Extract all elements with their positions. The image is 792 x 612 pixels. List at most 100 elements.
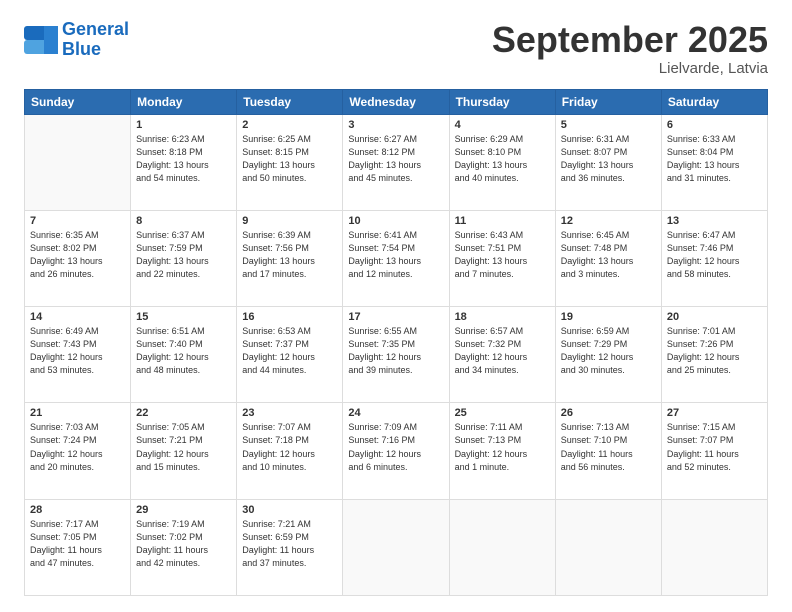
calendar-cell <box>555 499 661 595</box>
calendar-cell: 7 Sunrise: 6:35 AM Sunset: 8:02 PM Daylig… <box>25 210 131 306</box>
calendar-cell <box>661 499 767 595</box>
calendar-cell: 4 Sunrise: 6:29 AM Sunset: 8:10 PM Daylig… <box>449 114 555 210</box>
day-info: Sunrise: 6:23 AM Sunset: 8:18 PM Dayligh… <box>136 133 231 185</box>
day-number: 25 <box>455 407 550 419</box>
day-info: Sunrise: 6:39 AM Sunset: 7:56 PM Dayligh… <box>242 229 337 281</box>
logo-line1: General <box>62 19 129 39</box>
header-day-monday: Monday <box>131 89 237 114</box>
calendar-cell: 14 Sunrise: 6:49 AM Sunset: 7:43 PM Dayli… <box>25 307 131 403</box>
calendar-week-4: 28Sunrise: 7:17 AM Sunset: 7:05 PM Dayli… <box>25 499 768 595</box>
day-info: Sunrise: 6:55 AM Sunset: 7:35 PM Dayligh… <box>348 325 443 377</box>
calendar-cell: 15 Sunrise: 6:51 AM Sunset: 7:40 PM Dayli… <box>131 307 237 403</box>
day-number: 19 <box>561 311 656 323</box>
day-info: Sunrise: 6:57 AM Sunset: 7:32 PM Dayligh… <box>455 325 550 377</box>
day-number: 29 <box>136 504 231 516</box>
page-header: General Blue September 2025 Lielvarde, L… <box>24 20 768 77</box>
day-info: Sunrise: 6:41 AM Sunset: 7:54 PM Dayligh… <box>348 229 443 281</box>
day-info: Sunrise: 6:51 AM Sunset: 7:40 PM Dayligh… <box>136 325 231 377</box>
day-info: Sunrise: 6:31 AM Sunset: 8:07 PM Dayligh… <box>561 133 656 185</box>
calendar-cell <box>343 499 449 595</box>
calendar-cell: 23 Sunrise: 7:07 AM Sunset: 7:18 PM Dayli… <box>237 403 343 499</box>
title-block: September 2025 Lielvarde, Latvia <box>492 20 768 77</box>
day-info: Sunrise: 7:19 AM Sunset: 7:02 PM Dayligh… <box>136 518 231 570</box>
day-info: Sunrise: 6:29 AM Sunset: 8:10 PM Dayligh… <box>455 133 550 185</box>
calendar-cell: 25Sunrise: 7:11 AM Sunset: 7:13 PM Dayli… <box>449 403 555 499</box>
calendar-cell: 18 Sunrise: 6:57 AM Sunset: 7:32 PM Dayli… <box>449 307 555 403</box>
calendar-cell: 19 Sunrise: 6:59 AM Sunset: 7:29 PM Dayli… <box>555 307 661 403</box>
calendar-header-row: SundayMondayTuesdayWednesdayThursdayFrid… <box>25 89 768 114</box>
day-number: 16 <box>242 311 337 323</box>
day-info: Sunrise: 6:27 AM Sunset: 8:12 PM Dayligh… <box>348 133 443 185</box>
day-number: 14 <box>30 311 125 323</box>
header-day-saturday: Saturday <box>661 89 767 114</box>
header-day-sunday: Sunday <box>25 89 131 114</box>
location: Lielvarde, Latvia <box>492 60 768 77</box>
calendar-cell: 6Sunrise: 6:33 AM Sunset: 8:04 PM Daylig… <box>661 114 767 210</box>
calendar-table: SundayMondayTuesdayWednesdayThursdayFrid… <box>24 89 768 596</box>
calendar-week-2: 14 Sunrise: 6:49 AM Sunset: 7:43 PM Dayli… <box>25 307 768 403</box>
day-number: 18 <box>455 311 550 323</box>
day-info: Sunrise: 6:37 AM Sunset: 7:59 PM Dayligh… <box>136 229 231 281</box>
calendar-cell: 28Sunrise: 7:17 AM Sunset: 7:05 PM Dayli… <box>25 499 131 595</box>
day-info: Sunrise: 7:09 AM Sunset: 7:16 PM Dayligh… <box>348 421 443 473</box>
day-info: Sunrise: 7:07 AM Sunset: 7:18 PM Dayligh… <box>242 421 337 473</box>
calendar-cell: 20Sunrise: 7:01 AM Sunset: 7:26 PM Dayli… <box>661 307 767 403</box>
day-number: 11 <box>455 215 550 227</box>
calendar-cell <box>25 114 131 210</box>
calendar-cell: 1 Sunrise: 6:23 AM Sunset: 8:18 PM Daylig… <box>131 114 237 210</box>
header-day-thursday: Thursday <box>449 89 555 114</box>
calendar-cell: 5 Sunrise: 6:31 AM Sunset: 8:07 PM Daylig… <box>555 114 661 210</box>
calendar-cell: 3 Sunrise: 6:27 AM Sunset: 8:12 PM Daylig… <box>343 114 449 210</box>
calendar-cell: 16 Sunrise: 6:53 AM Sunset: 7:37 PM Dayli… <box>237 307 343 403</box>
calendar-cell: 27 Sunrise: 7:15 AM Sunset: 7:07 PM Dayli… <box>661 403 767 499</box>
day-info: Sunrise: 6:35 AM Sunset: 8:02 PM Dayligh… <box>30 229 125 281</box>
calendar-cell: 11 Sunrise: 6:43 AM Sunset: 7:51 PM Dayli… <box>449 210 555 306</box>
day-number: 8 <box>136 215 231 227</box>
day-info: Sunrise: 7:05 AM Sunset: 7:21 PM Dayligh… <box>136 421 231 473</box>
day-number: 1 <box>136 119 231 131</box>
day-info: Sunrise: 6:45 AM Sunset: 7:48 PM Dayligh… <box>561 229 656 281</box>
day-number: 21 <box>30 407 125 419</box>
day-info: Sunrise: 7:13 AM Sunset: 7:10 PM Dayligh… <box>561 421 656 473</box>
logo-line2: Blue <box>62 39 101 59</box>
day-number: 17 <box>348 311 443 323</box>
day-number: 15 <box>136 311 231 323</box>
calendar-week-1: 7 Sunrise: 6:35 AM Sunset: 8:02 PM Daylig… <box>25 210 768 306</box>
header-day-tuesday: Tuesday <box>237 89 343 114</box>
calendar-cell: 22Sunrise: 7:05 AM Sunset: 7:21 PM Dayli… <box>131 403 237 499</box>
day-number: 3 <box>348 119 443 131</box>
day-number: 2 <box>242 119 337 131</box>
logo-icon <box>24 26 58 54</box>
day-number: 30 <box>242 504 337 516</box>
header-day-wednesday: Wednesday <box>343 89 449 114</box>
day-number: 28 <box>30 504 125 516</box>
day-info: Sunrise: 6:53 AM Sunset: 7:37 PM Dayligh… <box>242 325 337 377</box>
calendar-cell: 12Sunrise: 6:45 AM Sunset: 7:48 PM Dayli… <box>555 210 661 306</box>
day-number: 26 <box>561 407 656 419</box>
header-day-friday: Friday <box>555 89 661 114</box>
calendar-cell: 24 Sunrise: 7:09 AM Sunset: 7:16 PM Dayli… <box>343 403 449 499</box>
day-number: 6 <box>667 119 762 131</box>
day-number: 23 <box>242 407 337 419</box>
day-number: 5 <box>561 119 656 131</box>
calendar-cell: 10Sunrise: 6:41 AM Sunset: 7:54 PM Dayli… <box>343 210 449 306</box>
day-number: 7 <box>30 215 125 227</box>
day-info: Sunrise: 7:21 AM Sunset: 6:59 PM Dayligh… <box>242 518 337 570</box>
logo: General Blue <box>24 20 129 60</box>
day-number: 27 <box>667 407 762 419</box>
calendar-cell: 2Sunrise: 6:25 AM Sunset: 8:15 PM Daylig… <box>237 114 343 210</box>
calendar-cell: 30 Sunrise: 7:21 AM Sunset: 6:59 PM Dayli… <box>237 499 343 595</box>
day-info: Sunrise: 6:59 AM Sunset: 7:29 PM Dayligh… <box>561 325 656 377</box>
day-number: 9 <box>242 215 337 227</box>
calendar-cell: 21Sunrise: 7:03 AM Sunset: 7:24 PM Dayli… <box>25 403 131 499</box>
day-number: 24 <box>348 407 443 419</box>
calendar-cell: 13Sunrise: 6:47 AM Sunset: 7:46 PM Dayli… <box>661 210 767 306</box>
day-info: Sunrise: 6:43 AM Sunset: 7:51 PM Dayligh… <box>455 229 550 281</box>
calendar-cell <box>449 499 555 595</box>
month-title: September 2025 <box>492 20 768 60</box>
calendar-cell: 8 Sunrise: 6:37 AM Sunset: 7:59 PM Daylig… <box>131 210 237 306</box>
calendar-week-3: 21Sunrise: 7:03 AM Sunset: 7:24 PM Dayli… <box>25 403 768 499</box>
day-info: Sunrise: 7:15 AM Sunset: 7:07 PM Dayligh… <box>667 421 762 473</box>
day-info: Sunrise: 6:49 AM Sunset: 7:43 PM Dayligh… <box>30 325 125 377</box>
day-number: 4 <box>455 119 550 131</box>
